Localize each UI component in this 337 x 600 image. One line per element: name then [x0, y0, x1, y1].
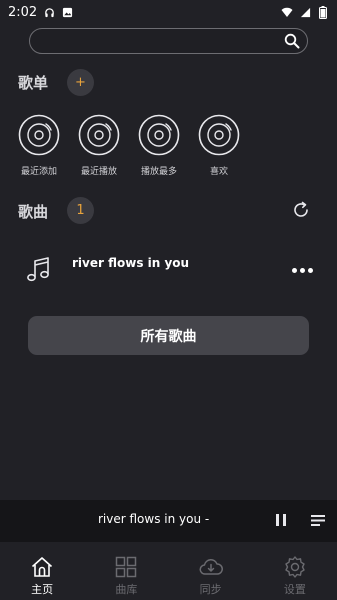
all-songs-button[interactable]: 所有歌曲 — [28, 316, 309, 355]
playlist-most-played[interactable]: 播放最多 — [134, 114, 184, 177]
tab-home[interactable]: 主页 — [0, 546, 84, 600]
search-input[interactable] — [40, 32, 280, 50]
status-time: 2:02 — [8, 4, 38, 20]
music-note-icon — [26, 256, 52, 284]
pause-icon[interactable] — [272, 511, 290, 529]
song-title: river flows in you — [72, 256, 190, 270]
playlist-row: 最近添加 最近播放 播放最多 喜欢 — [14, 114, 254, 184]
cloud-sync-icon — [199, 558, 223, 575]
tab-label: 设置 — [283, 583, 306, 596]
tab-label: 同步 — [199, 583, 222, 596]
playlist-label: 播放最多 — [140, 167, 177, 177]
mini-player[interactable]: river flows in you - — [0, 500, 337, 542]
tab-label: 主页 — [31, 583, 54, 596]
status-right — [281, 5, 329, 19]
playlist-label: 最近添加 — [20, 167, 57, 177]
disc-icon — [138, 114, 180, 156]
songs-title: 歌曲 — [18, 203, 49, 221]
battery-icon — [317, 5, 329, 19]
status-bar: 2:02 — [0, 0, 337, 24]
playlist-recently-added[interactable]: 最近添加 — [14, 114, 64, 177]
image-icon — [61, 6, 73, 18]
refresh-icon[interactable] — [291, 200, 311, 220]
search-icon[interactable] — [284, 33, 300, 49]
home-icon — [32, 557, 53, 577]
more-options-icon[interactable] — [288, 260, 316, 280]
now-playing-title: river flows in you - — [98, 512, 210, 526]
playlist-label: 最近播放 — [80, 167, 117, 177]
disc-icon — [198, 114, 240, 156]
headphones-icon — [43, 6, 55, 18]
library-icon — [116, 556, 137, 578]
wifi-icon — [281, 6, 293, 18]
playlist-recently-played[interactable]: 最近播放 — [74, 114, 124, 177]
disc-icon — [78, 114, 120, 156]
search-bar[interactable] — [29, 28, 308, 54]
signal-icon — [299, 6, 311, 18]
bottom-tab-bar: 主页 曲库 同步 设置 — [0, 546, 337, 600]
tab-sync[interactable]: 同步 — [169, 546, 253, 600]
playlist-label: 喜欢 — [209, 167, 228, 177]
add-playlist-button[interactable]: + — [67, 69, 94, 96]
status-left: 2:02 — [8, 5, 73, 20]
tab-library[interactable]: 曲库 — [84, 546, 168, 600]
playlist-favorites[interactable]: 喜欢 — [194, 114, 244, 177]
song-list-item[interactable]: river flows in you — [0, 248, 337, 296]
tab-settings[interactable]: 设置 — [253, 546, 337, 600]
gear-icon — [285, 556, 305, 578]
queue-list-icon[interactable] — [310, 511, 326, 529]
disc-icon — [18, 114, 60, 156]
playlists-title: 歌单 — [18, 74, 49, 92]
tab-label: 曲库 — [115, 583, 138, 596]
song-count-badge: 1 — [67, 197, 94, 224]
